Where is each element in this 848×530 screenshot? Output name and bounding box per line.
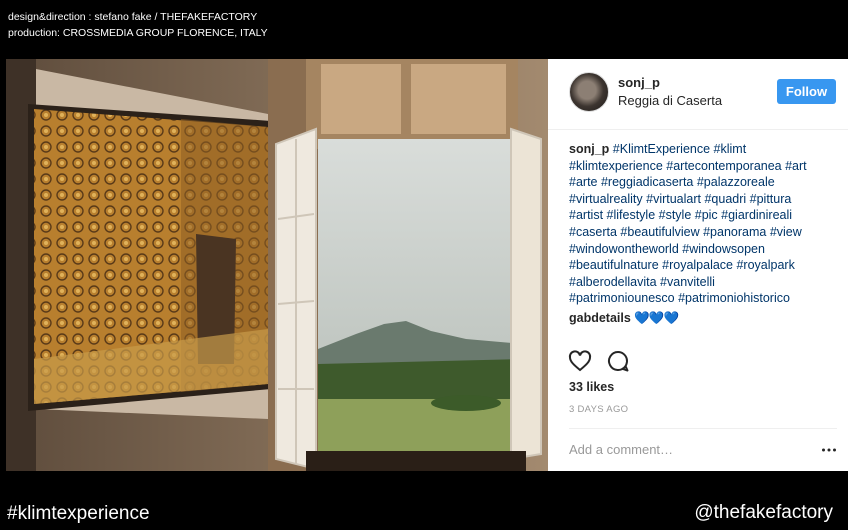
post-username[interactable]: sonj_p xyxy=(618,75,660,90)
comment-icon[interactable] xyxy=(606,349,630,373)
caption-line[interactable]: #KlimtExperience #klimt xyxy=(613,142,746,156)
credits-line-design: design&direction : stefano fake / THEFAK… xyxy=(8,11,258,23)
post-location[interactable]: Reggia di Caserta xyxy=(618,93,722,108)
post-photo-image xyxy=(6,59,548,471)
post-header: sonj_p Reggia di Caserta Follow xyxy=(548,59,848,130)
comment: gabdetails 💙💙💙 xyxy=(569,311,679,326)
caption-line[interactable]: #arte #reggiadicaserta #palazzoreale xyxy=(569,175,775,189)
post-panel: sonj_p Reggia di Caserta Follow sonj_p #… xyxy=(548,59,848,471)
comment-box xyxy=(569,428,837,471)
caption-line[interactable]: #beautifulnature #royalpalace #royalpark xyxy=(569,258,795,272)
caption-line[interactable]: #windowontheworld #windowsopen xyxy=(569,242,765,256)
caption-line[interactable]: #artist #lifestyle #style #pic #giardini… xyxy=(569,208,792,222)
footer-handle: @thefakefactory xyxy=(694,502,833,523)
caption-line[interactable]: #caserta #beautifulview #panorama #view xyxy=(569,225,802,239)
avatar[interactable] xyxy=(569,72,609,112)
credits: design&direction : stefano fake / THEFAK… xyxy=(8,9,268,41)
caption-username[interactable]: sonj_p xyxy=(569,142,609,156)
like-count[interactable]: 33 likes xyxy=(569,380,614,394)
more-options-icon[interactable] xyxy=(821,442,837,458)
caption-line[interactable]: #patrimoniounesco #patrimoniohistorico xyxy=(569,291,790,305)
comment-input[interactable] xyxy=(569,439,809,459)
comment-text: 💙💙💙 xyxy=(634,311,679,325)
heart-icon[interactable] xyxy=(568,349,592,373)
credits-line-production: production: CROSSMEDIA GROUP FLORENCE, I… xyxy=(8,27,268,39)
caption-line[interactable]: #alberodellavita #vanvitelli xyxy=(569,275,715,289)
post-timestamp: 3 DAYS AGO xyxy=(569,404,629,415)
follow-button[interactable]: Follow xyxy=(777,79,836,104)
post-photo xyxy=(6,59,548,471)
footer-hashtag: #klimtexperience xyxy=(7,503,150,524)
caption-line[interactable]: #virtualreality #virtualart #quadri #pit… xyxy=(569,192,791,206)
caption-line[interactable]: #klimtexperience #artecontemporanea #art xyxy=(569,159,807,173)
post-actions xyxy=(568,349,648,373)
comment-username[interactable]: gabdetails xyxy=(569,311,631,325)
post-caption: sonj_p #KlimtExperience #klimt #klimtexp… xyxy=(569,141,841,307)
